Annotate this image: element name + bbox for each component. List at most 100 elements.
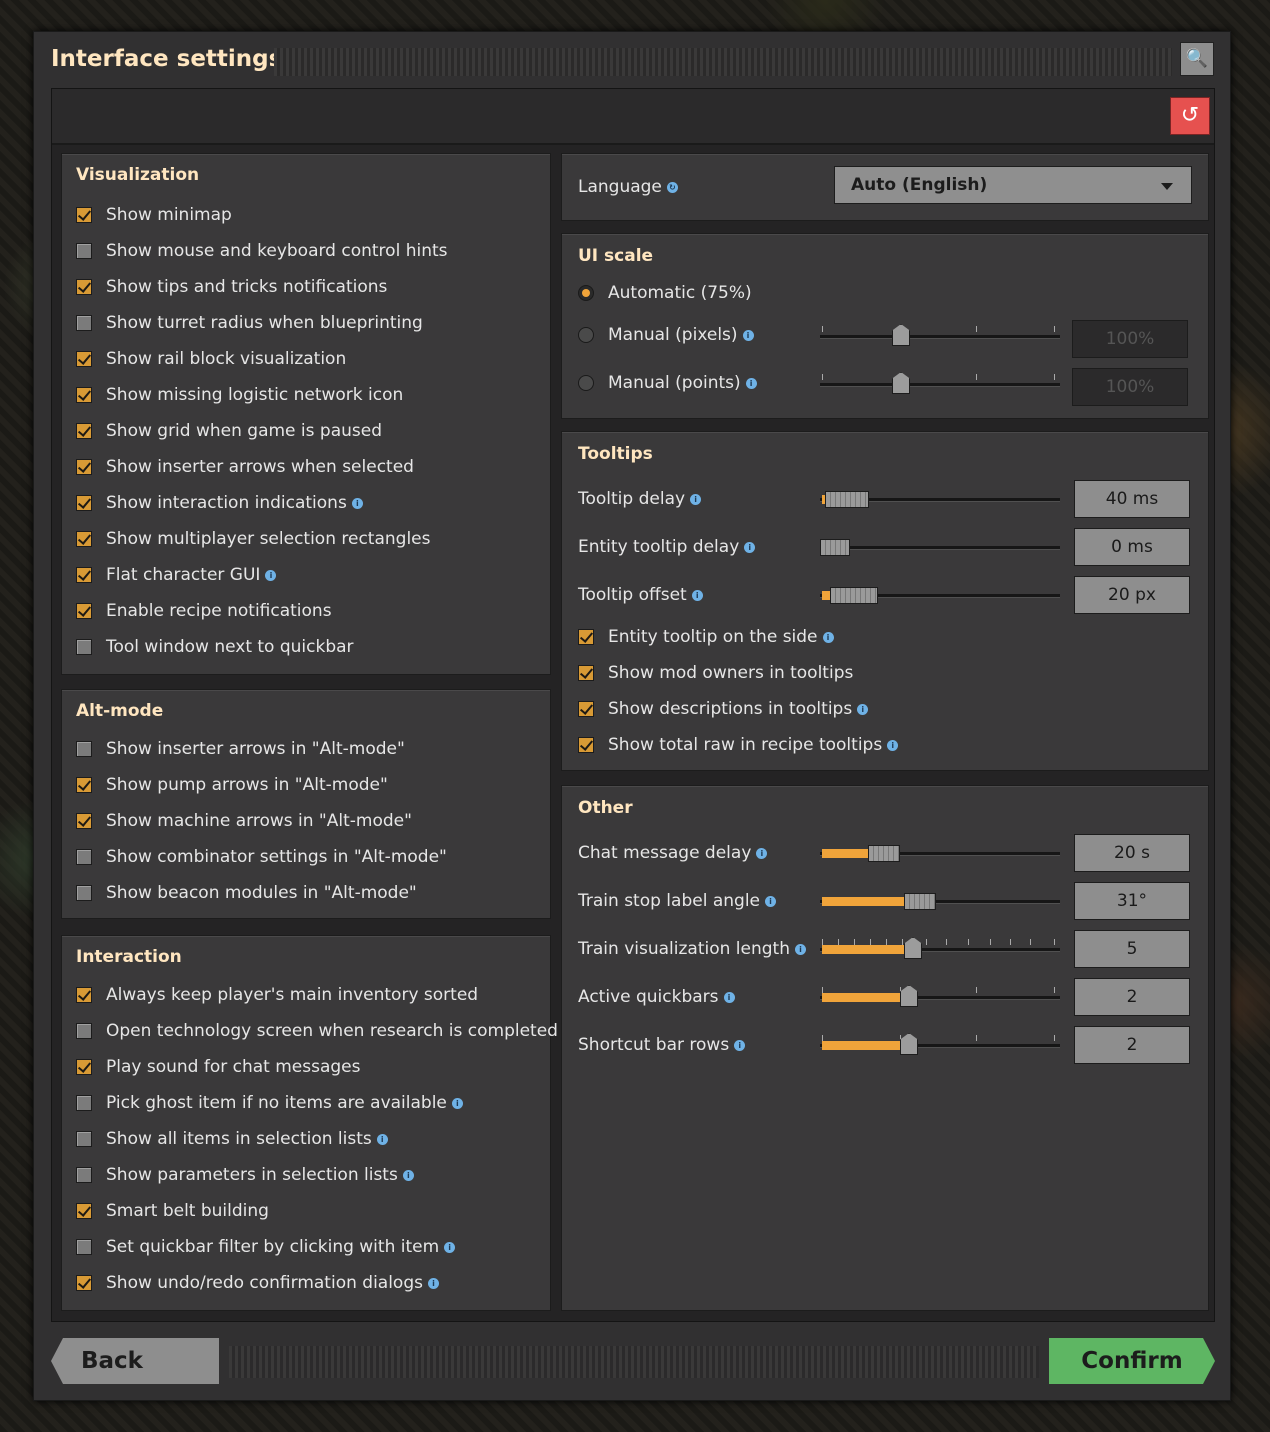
ui-scale-points-slider[interactable]	[820, 372, 1060, 394]
ui-scale-points-option[interactable]: Manual (points) i	[578, 370, 757, 396]
interaction-option[interactable]: Smart belt building	[76, 1198, 269, 1224]
train-stop-label-angle-handle[interactable]	[904, 893, 936, 910]
tooltip-delay-handle[interactable]	[825, 491, 869, 508]
checkbox[interactable]	[76, 1239, 92, 1255]
visualization-option[interactable]: Enable recipe notifications	[76, 598, 332, 624]
visualization-option[interactable]: Show turret radius when blueprinting	[76, 310, 423, 336]
interaction-option[interactable]: Always keep player's main inventory sort…	[76, 982, 478, 1008]
train-stop-label-angle-value[interactable]: 31°	[1074, 882, 1190, 920]
tooltip-delay-value[interactable]: 40 ms	[1074, 480, 1190, 518]
shortcut-bar-rows-value[interactable]: 2	[1074, 1026, 1190, 1064]
radio-manual-pixels[interactable]	[578, 327, 594, 343]
tooltip-delay-slider[interactable]	[820, 489, 1060, 509]
altmode-option[interactable]: Show pump arrows in "Alt-mode"	[76, 772, 388, 798]
visualization-option[interactable]: Show missing logistic network icon	[76, 382, 403, 408]
interaction-option[interactable]: Show undo/redo confirmation dialogs i	[76, 1270, 439, 1296]
checkbox[interactable]	[578, 737, 594, 753]
visualization-option[interactable]: Show tips and tricks notifications	[76, 274, 387, 300]
checkbox[interactable]	[76, 777, 92, 793]
visualization-option[interactable]: Flat character GUI i	[76, 562, 277, 588]
interaction-option[interactable]: Set quickbar filter by clicking with ite…	[76, 1234, 456, 1260]
tooltip-option[interactable]: Entity tooltip on the side i	[578, 624, 834, 650]
radio-automatic[interactable]	[578, 285, 594, 301]
train-visualization-length-slider[interactable]	[820, 937, 1060, 959]
active-quickbars-value[interactable]: 2	[1074, 978, 1190, 1016]
altmode-option[interactable]: Show combinator settings in "Alt-mode"	[76, 844, 447, 870]
checkbox[interactable]	[76, 459, 92, 475]
ui-scale-pixels-option[interactable]: Manual (pixels) i	[578, 322, 754, 348]
chat-message-delay-slider[interactable]	[820, 843, 1060, 863]
checkbox[interactable]	[76, 1275, 92, 1291]
tooltip-offset-slider[interactable]	[820, 585, 1060, 605]
interaction-option[interactable]: Pick ghost item if no items are availabl…	[76, 1090, 463, 1116]
search-button[interactable]: 🔍	[1180, 42, 1214, 76]
tooltip-offset-handle[interactable]	[830, 587, 878, 604]
titlebar-drag-handle[interactable]	[274, 48, 1172, 76]
checkbox[interactable]	[76, 1167, 92, 1183]
visualization-option[interactable]: Show multiplayer selection rectangles	[76, 526, 431, 552]
train-stop-label-angle-slider[interactable]	[820, 891, 1060, 911]
reset-button[interactable]: ↺	[1170, 97, 1210, 135]
entity-tooltip-delay-value[interactable]: 0 ms	[1074, 528, 1190, 566]
interaction-option[interactable]: Play sound for chat messages	[76, 1054, 361, 1080]
checkbox[interactable]	[578, 629, 594, 645]
active-quickbars-slider[interactable]	[820, 985, 1060, 1007]
tooltip-option[interactable]: Show mod owners in tooltips	[578, 660, 853, 686]
checkbox[interactable]	[76, 885, 92, 901]
radio-manual-points[interactable]	[578, 375, 594, 391]
visualization-option[interactable]: Show rail block visualization	[76, 346, 346, 372]
checkbox[interactable]	[76, 315, 92, 331]
checkbox[interactable]	[76, 243, 92, 259]
ui-scale-automatic-option[interactable]: Automatic (75%)	[578, 280, 752, 306]
altmode-option[interactable]: Show machine arrows in "Alt-mode"	[76, 808, 412, 834]
visualization-option[interactable]: Show minimap	[76, 202, 232, 228]
visualization-option[interactable]: Tool window next to quickbar	[76, 634, 354, 660]
language-dropdown[interactable]: Auto (English)	[834, 166, 1192, 204]
checkbox[interactable]	[76, 849, 92, 865]
checkbox[interactable]	[76, 813, 92, 829]
visualization-option[interactable]: Show mouse and keyboard control hints	[76, 238, 448, 264]
checkbox[interactable]	[76, 603, 92, 619]
back-button[interactable]: Back	[51, 1338, 219, 1384]
altmode-option[interactable]: Show beacon modules in "Alt-mode"	[76, 880, 417, 906]
altmode-option[interactable]: Show inserter arrows in "Alt-mode"	[76, 736, 405, 762]
interaction-option[interactable]: Show parameters in selection lists i	[76, 1162, 414, 1188]
checkbox[interactable]	[76, 1131, 92, 1147]
train-visualization-length-handle[interactable]	[904, 937, 922, 959]
checkbox[interactable]	[76, 741, 92, 757]
checkbox[interactable]	[76, 351, 92, 367]
checkbox[interactable]	[76, 531, 92, 547]
checkbox[interactable]	[76, 639, 92, 655]
checkbox[interactable]	[76, 1023, 92, 1039]
visualization-option[interactable]: Show grid when game is paused	[76, 418, 382, 444]
train-visualization-length-value[interactable]: 5	[1074, 930, 1190, 968]
checkbox[interactable]	[76, 207, 92, 223]
entity-tooltip-delay-handle[interactable]	[820, 539, 850, 556]
ui-scale-pixels-slider[interactable]	[820, 324, 1060, 346]
checkbox[interactable]	[76, 1203, 92, 1219]
interaction-option[interactable]: Open technology screen when research is …	[76, 1018, 558, 1044]
visualization-option[interactable]: Show inserter arrows when selected	[76, 454, 414, 480]
confirm-button[interactable]: Confirm	[1049, 1338, 1215, 1384]
chat-message-delay-value[interactable]: 20 s	[1074, 834, 1190, 872]
interaction-option[interactable]: Show all items in selection lists i	[76, 1126, 388, 1152]
checkbox[interactable]	[578, 701, 594, 717]
checkbox[interactable]	[76, 1059, 92, 1075]
checkbox[interactable]	[76, 987, 92, 1003]
checkbox[interactable]	[76, 279, 92, 295]
checkbox[interactable]	[76, 495, 92, 511]
tooltip-offset-value[interactable]: 20 px	[1074, 576, 1190, 614]
checkbox[interactable]	[76, 1095, 92, 1111]
checkbox[interactable]	[578, 665, 594, 681]
entity-tooltip-delay-slider[interactable]	[820, 537, 1060, 557]
shortcut-bar-rows-slider[interactable]	[820, 1033, 1060, 1055]
visualization-option[interactable]: Show interaction indications i	[76, 490, 363, 516]
checkbox[interactable]	[76, 567, 92, 583]
tooltip-option[interactable]: Show descriptions in tooltips i	[578, 696, 869, 722]
active-quickbars-handle[interactable]	[900, 985, 918, 1007]
chat-message-delay-handle[interactable]	[868, 845, 900, 862]
checkbox[interactable]	[76, 387, 92, 403]
checkbox[interactable]	[76, 423, 92, 439]
tooltip-option[interactable]: Show total raw in recipe tooltips i	[578, 732, 899, 758]
shortcut-bar-rows-handle[interactable]	[900, 1033, 918, 1055]
